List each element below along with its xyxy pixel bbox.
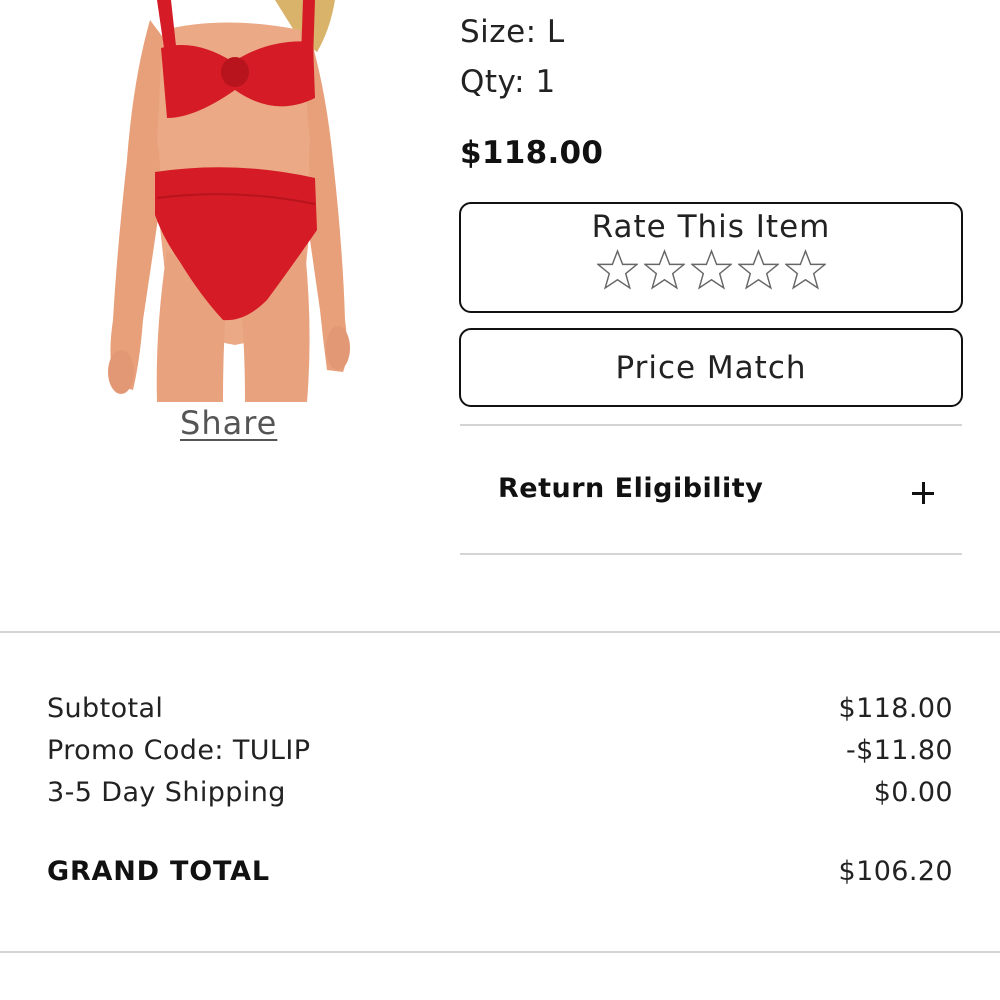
star-icon-1[interactable] (596, 249, 638, 290)
product-image[interactable] (95, 0, 360, 402)
summary-value: $118.00 (838, 693, 953, 724)
summary-label: Promo Code: TULIP (47, 735, 311, 766)
quantity-label: Qty: 1 (460, 64, 556, 100)
summary-value: $0.00 (873, 777, 953, 808)
size-label: Size: L (460, 14, 565, 50)
summary-row-promo: Promo Code: TULIP -$11.80 (47, 735, 953, 766)
star-icon-4[interactable] (737, 249, 779, 290)
grand-total-row: GRAND TOTAL $106.20 (47, 856, 953, 887)
grand-total-value: $106.20 (838, 856, 953, 887)
share-link[interactable]: Share (180, 404, 277, 442)
star-icon-2[interactable] (643, 249, 685, 290)
bikini-model-illustration (108, 0, 350, 402)
section-divider (0, 951, 1000, 953)
return-eligibility-toggle[interactable]: Return Eligibility (460, 426, 962, 553)
summary-row-shipping: 3-5 Day Shipping $0.00 (47, 777, 953, 808)
summary-label: Subtotal (47, 693, 164, 724)
summary-row-subtotal: Subtotal $118.00 (47, 693, 953, 724)
summary-value: -$11.80 (845, 735, 953, 766)
summary-label: 3-5 Day Shipping (47, 777, 286, 808)
return-eligibility-label: Return Eligibility (498, 473, 764, 504)
star-icon-3[interactable] (690, 249, 732, 290)
star-icon-5[interactable] (784, 249, 826, 290)
star-rating[interactable] (461, 249, 961, 290)
divider (460, 553, 962, 555)
grand-total-label: GRAND TOTAL (47, 856, 270, 887)
plus-icon[interactable] (912, 482, 934, 504)
order-item-page: Share Size: L Qty: 1 $118.00 Rate This I… (0, 0, 1000, 1000)
price-match-button[interactable]: Price Match (459, 328, 963, 407)
section-divider (0, 631, 1000, 633)
rate-item-title: Rate This Item (591, 209, 831, 245)
item-price: $118.00 (460, 135, 604, 171)
rate-item-box: Rate This Item (459, 202, 963, 313)
